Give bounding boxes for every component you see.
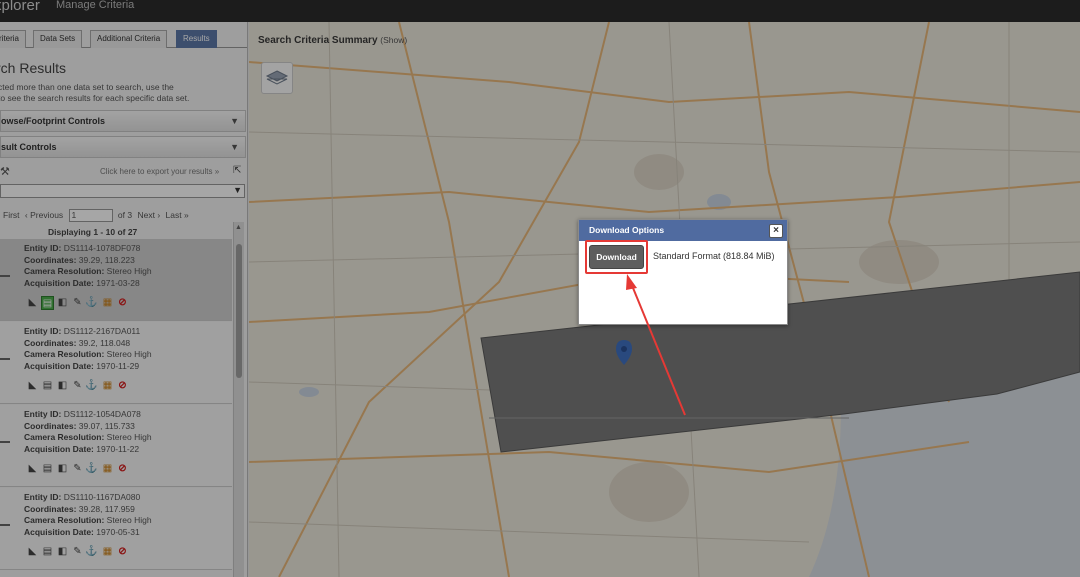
annotation-arrow [626, 274, 686, 416]
